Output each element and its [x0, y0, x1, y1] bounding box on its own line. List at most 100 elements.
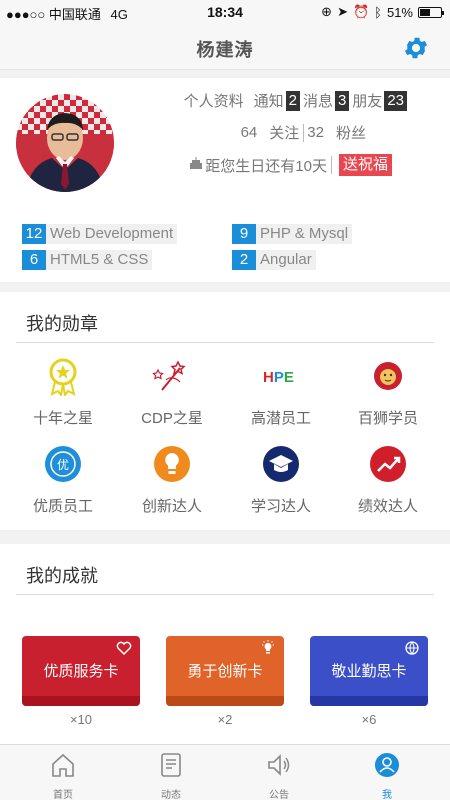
- card-count: ×6: [361, 712, 377, 727]
- tab-home[interactable]: 首页: [33, 751, 93, 800]
- bluetooth-icon: ᛒ: [374, 4, 382, 20]
- quality-icon: 优: [45, 446, 81, 482]
- skill-tag[interactable]: 12 Web Development: [22, 224, 178, 244]
- achievement-card[interactable]: 敬业勤思卡: [310, 636, 428, 706]
- home-icon: [52, 753, 74, 777]
- tab-label: 动态: [161, 790, 181, 800]
- skill-label: PHP & Mysql: [260, 225, 349, 242]
- skill-label: HTML5 & CSS: [50, 251, 149, 268]
- badge-item[interactable]: 创新达人: [117, 444, 227, 516]
- achievements-section: 我的成就 优质服务卡 勇于创新卡 敬业勤思卡 ×10 ×2 ×6: [0, 544, 450, 744]
- badge-item[interactable]: CDP之星: [117, 356, 227, 428]
- page-title: 杨建涛: [196, 40, 254, 60]
- friends-count: 23: [384, 90, 407, 111]
- notice-label[interactable]: 通知: [254, 90, 284, 111]
- cake-icon: [189, 156, 203, 174]
- divider: [16, 594, 434, 595]
- fans-count: 32: [307, 124, 324, 141]
- hpe-logo-text: HPE: [263, 369, 294, 386]
- status-bar: ●●●○○ 中国联通 4G 18:34 ⊕ ➤ ⏰ ᛒ 51%: [0, 0, 450, 24]
- lock-rotation-icon: ⊕: [321, 4, 333, 19]
- card-count: ×10: [69, 712, 93, 727]
- following-label[interactable]: 关注: [269, 122, 299, 143]
- message-count: 3: [334, 90, 350, 111]
- settings-button[interactable]: [402, 34, 430, 62]
- skill-tag[interactable]: 2 Angular: [232, 250, 316, 270]
- badge-label: 创新达人: [141, 498, 202, 515]
- skill-tag[interactable]: 6 HTML5 & CSS: [22, 250, 153, 270]
- avatar[interactable]: [16, 94, 114, 192]
- message-label[interactable]: 消息: [303, 90, 333, 111]
- feed-icon: [161, 753, 181, 777]
- birthday-row: 距您生日还有10天 送祝福: [189, 154, 392, 176]
- following-count: 64: [240, 124, 258, 141]
- tab-label: 首页: [53, 790, 73, 800]
- profile-card: 个人资料 通知 2 消息 3 朋友 23 64 关注 32 粉丝 距您生日还有1…: [0, 78, 450, 282]
- lightbulb-icon: [154, 446, 190, 482]
- badges-title: 我的勋章: [26, 314, 98, 334]
- hpe-logo-icon: HPE: [263, 369, 294, 386]
- skill-tag[interactable]: 9 PHP & Mysql: [232, 224, 353, 244]
- trend-chart-icon: [370, 446, 406, 482]
- divider: [330, 156, 332, 174]
- card-stripe: [166, 696, 284, 706]
- battery-icon: [418, 6, 444, 18]
- skill-label: Web Development: [50, 225, 174, 242]
- card-stripe: [310, 696, 428, 706]
- speaker-icon: [268, 754, 290, 776]
- tab-label: 公告: [269, 790, 289, 800]
- lion-icon: [374, 362, 402, 390]
- quality-glyph: 优: [57, 458, 69, 472]
- achievements-title: 我的成就: [26, 566, 98, 586]
- follow-stats-row: 64 关注 32 粉丝: [241, 122, 366, 143]
- skill-count: 2: [232, 250, 256, 270]
- card-count: ×2: [217, 712, 233, 727]
- alarm-icon: ⏰: [352, 4, 370, 19]
- badge-item[interactable]: HPE 高潜员工: [226, 356, 336, 428]
- heart-icon: [116, 641, 132, 656]
- lightbulb-icon: [262, 640, 274, 654]
- card-name: 勇于创新卡: [187, 663, 263, 680]
- badge-item[interactable]: 十年之星: [8, 356, 118, 428]
- badges-section: 我的勋章 十年之星 CDP之星 HPE 高潜员工 百狮学员 优 优质员工 创新达…: [0, 292, 450, 530]
- battery-percent: 51%: [386, 4, 413, 20]
- badge-item[interactable]: 优 优质员工: [8, 444, 118, 516]
- badge-label: 百狮学员: [357, 410, 418, 427]
- medal-icon: [49, 358, 77, 398]
- birthday-text: 距您生日还有10天: [205, 157, 327, 175]
- tab-announcements[interactable]: 公告: [249, 751, 309, 800]
- tab-feed[interactable]: 动态: [141, 751, 201, 800]
- profile-stats-row: 个人资料 通知 2 消息 3 朋友 23: [184, 90, 410, 111]
- magic-wand-icon: [152, 360, 186, 391]
- divider: [16, 342, 434, 343]
- skill-count: 9: [232, 224, 256, 244]
- globe-icon: [405, 641, 419, 655]
- badge-item[interactable]: 百狮学员: [333, 356, 443, 428]
- skill-count: 12: [22, 224, 46, 244]
- user-icon: [375, 753, 399, 777]
- status-indicators: ⊕ ➤ ⏰ ᛒ 51%: [321, 4, 444, 20]
- tab-me[interactable]: 我: [357, 751, 417, 800]
- card-stripe: [22, 696, 140, 706]
- skill-count: 6: [22, 250, 46, 270]
- divider: [303, 123, 305, 142]
- send-wishes-button[interactable]: 送祝福: [338, 154, 392, 176]
- graduation-cap-icon: [263, 446, 299, 482]
- badge-label: 学习达人: [250, 498, 311, 515]
- achievement-card[interactable]: 优质服务卡: [22, 636, 140, 706]
- profile-link[interactable]: 个人资料: [184, 90, 244, 111]
- badge-label: CDP之星: [141, 410, 203, 427]
- badge-label: 高潜员工: [250, 410, 311, 427]
- location-icon: ➤: [337, 4, 348, 19]
- badge-item[interactable]: 绩效达人: [333, 444, 443, 516]
- fans-label[interactable]: 粉丝: [336, 122, 366, 143]
- gear-icon: [404, 37, 428, 59]
- badge-label: 十年之星: [32, 410, 93, 427]
- tab-bar: 首页 动态 公告 我: [0, 744, 450, 800]
- card-name: 优质服务卡: [43, 663, 119, 680]
- friends-label[interactable]: 朋友: [352, 90, 382, 111]
- skill-label: Angular: [260, 251, 312, 268]
- achievement-card[interactable]: 勇于创新卡: [166, 636, 284, 706]
- badge-item[interactable]: 学习达人: [226, 444, 336, 516]
- nav-bar: 杨建涛: [0, 24, 450, 70]
